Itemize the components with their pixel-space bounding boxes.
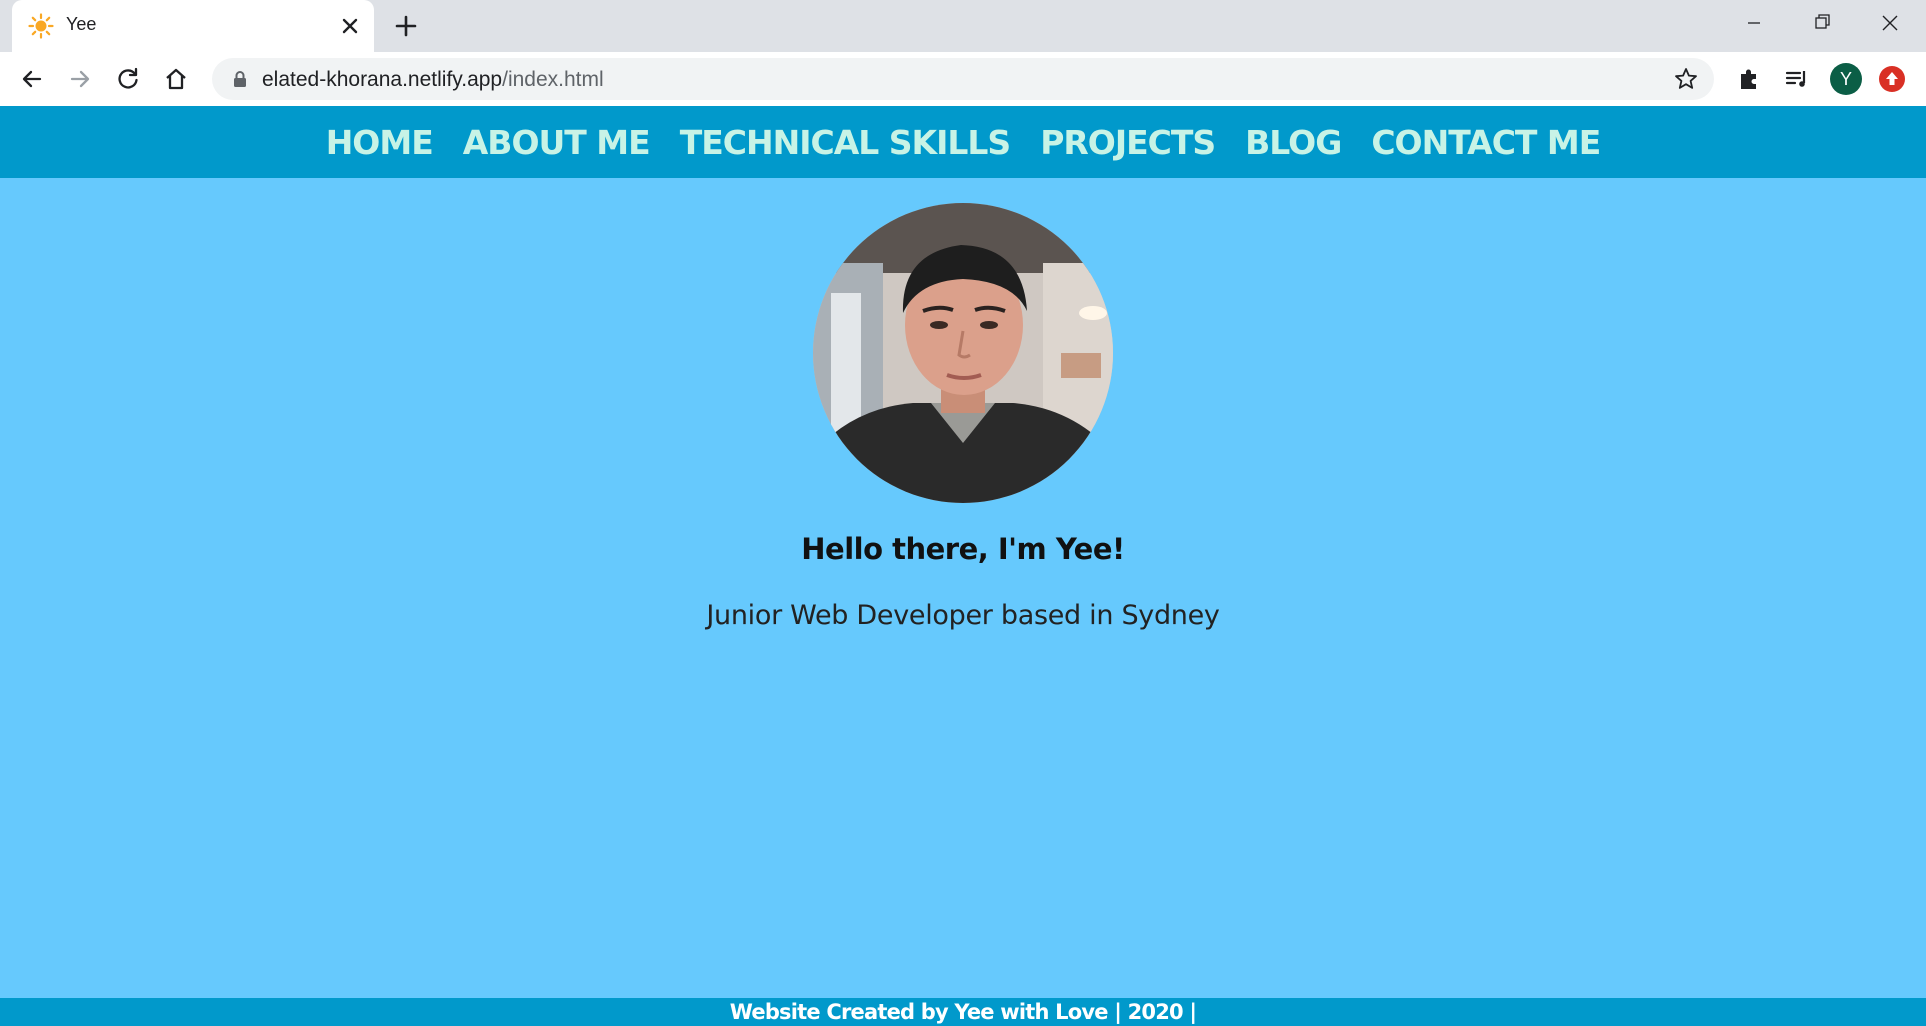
sun-icon	[28, 13, 54, 39]
nav-projects[interactable]: PROJECTS	[1040, 123, 1216, 162]
profile-photo	[813, 203, 1113, 503]
minimize-icon[interactable]	[1736, 8, 1772, 38]
site-navbar: HOME ABOUT ME TECHNICAL SKILLS PROJECTS …	[0, 106, 1926, 178]
update-arrow-icon	[1886, 72, 1898, 85]
browser-toolbar: elated-khorana.netlify.app/index.html Y	[0, 52, 1926, 106]
nav-technical-skills[interactable]: TECHNICAL SKILLS	[680, 123, 1011, 162]
close-tab-icon[interactable]	[338, 14, 362, 38]
profile-portrait	[813, 203, 1113, 503]
new-tab-icon[interactable]	[392, 12, 420, 40]
profile-avatar[interactable]: Y	[1830, 63, 1862, 95]
url-host: elated-khorana.netlify.app	[262, 68, 503, 91]
address-bar[interactable]: elated-khorana.netlify.app/index.html	[212, 58, 1714, 100]
url-text: elated-khorana.netlify.app/index.html	[262, 68, 604, 92]
reload-icon[interactable]	[114, 65, 142, 93]
nav-about-me[interactable]: ABOUT ME	[463, 123, 651, 162]
lock-icon[interactable]	[230, 69, 250, 89]
bookmark-star-icon[interactable]	[1672, 65, 1700, 93]
browser-tab-strip: Yee	[0, 0, 1926, 52]
update-badge[interactable]	[1879, 66, 1905, 92]
close-window-icon[interactable]	[1872, 8, 1908, 38]
tab-title: Yee	[66, 14, 97, 34]
restore-icon[interactable]	[1804, 8, 1840, 38]
url-path: /index.html	[502, 68, 604, 91]
home-icon[interactable]	[162, 65, 190, 93]
hero-greeting: Hello there, I'm Yee!	[801, 532, 1125, 566]
forward-arrow-icon[interactable]	[66, 65, 94, 93]
nav-contact-me[interactable]: CONTACT ME	[1371, 123, 1601, 162]
back-arrow-icon[interactable]	[18, 65, 46, 93]
media-queue-icon[interactable]	[1783, 65, 1811, 93]
site-footer: Website Created by Yee with Love | 2020 …	[0, 998, 1926, 1026]
extensions-puzzle-icon[interactable]	[1735, 65, 1763, 93]
footer-text: Website Created by Yee with Love | 2020 …	[729, 1000, 1197, 1024]
hero-tagline: Junior Web Developer based in Sydney	[706, 600, 1220, 631]
nav-home[interactable]: HOME	[326, 123, 434, 162]
web-page: HOME ABOUT ME TECHNICAL SKILLS PROJECTS …	[0, 106, 1926, 1026]
nav-blog[interactable]: BLOG	[1245, 123, 1342, 162]
browser-tab[interactable]: Yee	[12, 0, 374, 52]
